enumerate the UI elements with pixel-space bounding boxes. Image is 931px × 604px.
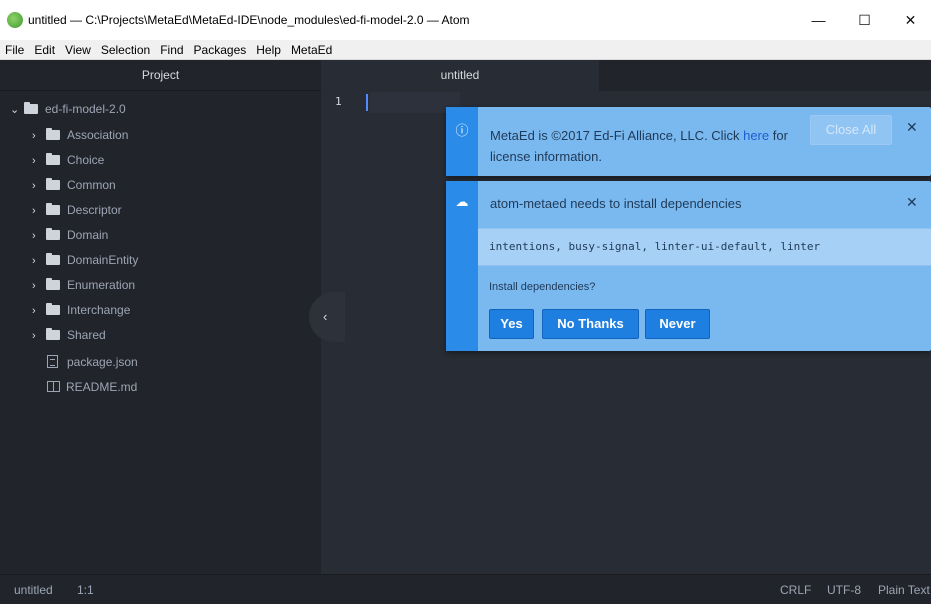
folder-icon (46, 228, 60, 240)
book-icon (47, 381, 60, 392)
tree-folder-descriptor[interactable]: › Descriptor (32, 198, 122, 223)
chevron-right-icon: › (32, 155, 36, 167)
status-line-ending[interactable]: CRLF (780, 583, 811, 597)
menu-bar: File Edit View Selection Find Packages H… (0, 40, 931, 60)
chevron-left-icon: ‹ (323, 309, 328, 324)
tree-folder-domainentity[interactable]: › DomainEntity (32, 248, 138, 273)
status-cursor-position[interactable]: 1:1 (77, 583, 94, 597)
tree-file-package-json[interactable]: package.json (47, 350, 138, 375)
folder-icon (46, 153, 60, 165)
minimize-button[interactable]: — (796, 0, 841, 40)
tree-folder-label: Shared (67, 328, 106, 342)
tree-file-label: README.md (66, 380, 138, 394)
tree-folder-label: DomainEntity (67, 253, 139, 267)
no-thanks-button[interactable]: No Thanks (542, 309, 639, 339)
menu-edit[interactable]: Edit (33, 43, 56, 57)
menu-metaed[interactable]: MetaEd (290, 43, 333, 57)
notification-icon-strip: ☁ (446, 181, 478, 351)
menu-selection[interactable]: Selection (100, 43, 151, 57)
line-number: 1 (335, 95, 342, 108)
dependencies-list-box: intentions, busy-signal, linter-ui-defau… (478, 228, 931, 266)
tree-folder-label: Domain (67, 228, 109, 242)
folder-icon (46, 253, 60, 265)
tree-root-label: ed-fi-model-2.0 (45, 102, 126, 116)
close-all-button[interactable]: Close All (810, 115, 892, 145)
cloud-download-icon: ☁ (455, 194, 469, 209)
status-bar: untitled 1:1 CRLF UTF-8 Plain Text (0, 574, 931, 604)
tree-file-label: package.json (67, 355, 138, 369)
text-cursor (366, 94, 368, 111)
tree-folder-label: Common (67, 178, 116, 192)
tab-untitled[interactable]: untitled (321, 60, 599, 91)
close-icon[interactable]: ✕ (906, 194, 918, 211)
tree-folder-common[interactable]: › Common (32, 173, 116, 198)
never-button[interactable]: Never (645, 309, 710, 339)
file-text-icon (47, 355, 58, 368)
chevron-right-icon: › (32, 280, 36, 292)
atom-app-icon (7, 12, 23, 28)
tree-folder-label: Descriptor (67, 203, 122, 217)
window-title: untitled — C:\Projects\MetaEd\MetaEd-IDE… (28, 13, 470, 27)
menu-file[interactable]: File (4, 43, 25, 57)
folder-icon (46, 178, 60, 190)
tree-folder-domain[interactable]: › Domain (32, 223, 108, 248)
menu-view[interactable]: View (64, 43, 92, 57)
status-file-name[interactable]: untitled (14, 583, 53, 597)
chevron-down-icon: ⌄ (10, 104, 20, 116)
title-bar: untitled — C:\Projects\MetaEd\MetaEd-IDE… (0, 0, 931, 40)
tree-folder-label: Enumeration (67, 278, 136, 292)
close-icon[interactable]: ✕ (906, 119, 918, 136)
tree-folder-shared[interactable]: › Shared (32, 323, 106, 348)
menu-help[interactable]: Help (255, 43, 282, 57)
menu-find[interactable]: Find (159, 43, 184, 57)
folder-icon (24, 102, 38, 114)
chevron-right-icon: › (32, 255, 36, 267)
folder-icon (46, 328, 60, 340)
license-link[interactable]: here (743, 128, 769, 143)
license-text: MetaEd is ©2017 Ed-Fi Alliance, LLC. Cli… (490, 128, 740, 143)
folder-icon (46, 303, 60, 315)
maximize-button[interactable]: ☐ (842, 0, 887, 40)
status-encoding[interactable]: UTF-8 (827, 583, 861, 597)
tree-folder-enumeration[interactable]: › Enumeration (32, 273, 135, 298)
dependencies-list: intentions, busy-signal, linter-ui-defau… (489, 240, 821, 253)
folder-icon (46, 278, 60, 290)
tree-folder-choice[interactable]: › Choice (32, 148, 104, 173)
tree-file-readme[interactable]: README.md (47, 375, 137, 400)
chevron-right-icon: › (32, 205, 36, 217)
chevron-right-icon: › (32, 230, 36, 242)
tree-folder-label: Association (67, 128, 129, 142)
license-message: MetaEd is ©2017 Ed-Fi Alliance, LLC. Cli… (490, 125, 790, 167)
tree-folder-association[interactable]: › Association (32, 123, 128, 148)
dependencies-notification: ☁ atom-metaed needs to install dependenc… (446, 181, 931, 351)
folder-icon (46, 203, 60, 215)
tree-view: Project ⌄ ed-fi-model-2.0 › Association › C… (0, 60, 321, 574)
install-prompt: Install dependencies? (489, 281, 596, 293)
tree-view-header[interactable]: Project (0, 60, 321, 91)
chevron-right-icon: › (32, 130, 36, 142)
chevron-right-icon: › (32, 330, 36, 342)
tree-folder-label: Choice (67, 153, 105, 167)
dependencies-title: atom-metaed needs to install dependencie… (490, 196, 742, 211)
close-window-button[interactable]: ✕ (888, 0, 931, 40)
chevron-right-icon: › (32, 180, 36, 192)
tab-bar: untitled (321, 60, 931, 91)
notification-icon-strip: ⓘ (446, 107, 478, 176)
tree-folder-interchange[interactable]: › Interchange (32, 298, 130, 323)
folder-icon (46, 128, 60, 140)
yes-button[interactable]: Yes (489, 309, 534, 339)
info-icon: ⓘ (455, 123, 469, 138)
chevron-right-icon: › (32, 305, 36, 317)
tree-folder-label: Interchange (67, 303, 131, 317)
tree-root-folder[interactable]: ⌄ ed-fi-model-2.0 (10, 97, 126, 122)
menu-packages[interactable]: Packages (193, 43, 248, 57)
status-grammar[interactable]: Plain Text (878, 583, 931, 597)
license-notification: ⓘ MetaEd is ©2017 Ed-Fi Alliance, LLC. C… (446, 107, 931, 176)
